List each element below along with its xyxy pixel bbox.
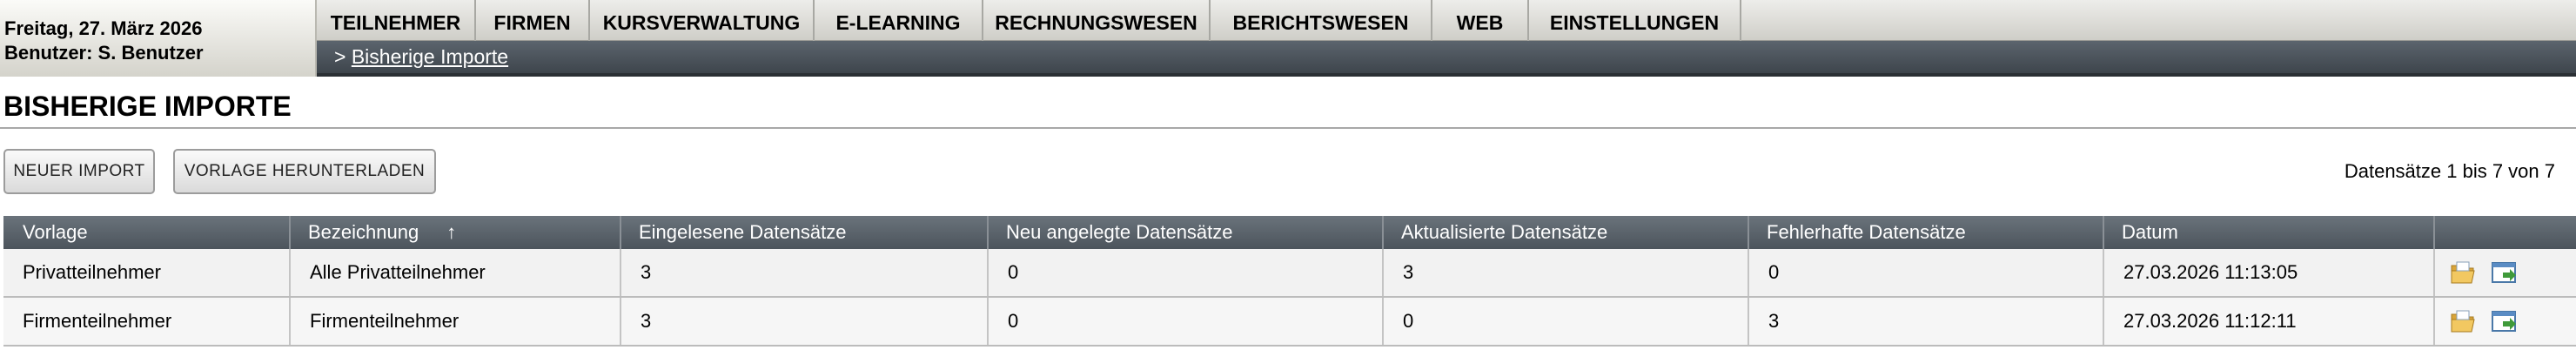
column-header-bezeichnung[interactable]: Bezeichnung ↑ — [291, 216, 621, 249]
column-header-neu-label: Neu angelegte Datensätze — [1006, 221, 1233, 243]
page-title: BISHERIGE IMPORTE — [3, 91, 292, 122]
download-template-button[interactable]: VORLAGE HERUNTERLADEN — [173, 149, 436, 194]
cell-vorlage: Firmenteilnehmer — [3, 298, 291, 345]
cell-datum: 27.03.2026 11:13:05 — [2104, 249, 2435, 296]
main-nav: TEILNEHMER FIRMEN KURSVERWALTUNG E-LEARN… — [317, 0, 2576, 41]
title-divider — [0, 127, 2576, 129]
column-header-datum-label: Datum — [2122, 221, 2178, 243]
breadcrumb-separator: > — [334, 45, 346, 68]
column-header-vorlage[interactable]: Vorlage — [3, 216, 291, 249]
current-date: Freitag, 27. März 2026 — [4, 17, 203, 39]
nav-item-firmen[interactable]: FIRMEN — [476, 0, 590, 41]
nav-item-e-learning[interactable]: E-LEARNING — [815, 0, 983, 41]
table-header: Vorlage Bezeichnung ↑ Eingelesene Datensä… — [3, 216, 2576, 249]
breadcrumb: > Bisherige Importe — [317, 41, 2576, 77]
nav-item-kursverwaltung[interactable]: KURSVERWALTUNG — [590, 0, 815, 41]
nav-item-rechnungswesen[interactable]: RECHNUNGSWESEN — [983, 0, 1211, 41]
table-row: Privatteilnehmer Alle Privatteilnehmer 3… — [3, 249, 2576, 298]
cell-bezeichnung: Alle Privatteilnehmer — [291, 249, 621, 296]
cell-datum: 27.03.2026 11:12:11 — [2104, 298, 2435, 345]
app-header: Freitag, 27. März 2026 Benutzer: S. Benu… — [0, 0, 2576, 77]
nav-item-web[interactable]: WEB — [1432, 0, 1529, 41]
table-row: Firmenteilnehmer Firmenteilnehmer 3 0 0 … — [3, 298, 2576, 347]
new-import-button[interactable]: NEUER IMPORT — [3, 149, 155, 194]
cell-eingelesen: 3 — [621, 298, 989, 345]
folder-open-icon[interactable] — [2450, 260, 2478, 285]
imports-table: Vorlage Bezeichnung ↑ Eingelesene Datensä… — [3, 216, 2576, 347]
nav-item-einstellungen[interactable]: EINSTELLUNGEN — [1529, 0, 1741, 41]
cell-eingelesen: 3 — [621, 249, 989, 296]
cell-aktualisiert: 0 — [1384, 298, 1749, 345]
window-import-icon[interactable] — [2491, 309, 2519, 333]
cell-neu: 0 — [989, 249, 1384, 296]
cell-neu: 0 — [989, 298, 1384, 345]
cell-fehlerhaft: 3 — [1749, 298, 2104, 345]
breadcrumb-link-bisherige-importe[interactable]: Bisherige Importe — [352, 45, 508, 68]
column-header-aktualisiert-label: Aktualisierte Datensätze — [1401, 221, 1608, 243]
column-header-eingelesen-label: Eingelesene Datensätze — [639, 221, 847, 243]
session-info: Freitag, 27. März 2026 Benutzer: S. Benu… — [0, 0, 317, 77]
nav-item-teilnehmer[interactable]: TEILNEHMER — [317, 0, 476, 41]
nav-item-berichtswesen[interactable]: BERICHTSWESEN — [1211, 0, 1432, 41]
folder-open-icon[interactable] — [2450, 309, 2478, 333]
window-import-icon[interactable] — [2491, 260, 2519, 285]
column-header-actions — [2435, 216, 2576, 249]
cell-actions — [2435, 249, 2576, 296]
column-header-fehlerhaft-label: Fehlerhafte Datensätze — [1767, 221, 1966, 243]
column-header-fehlerhaft[interactable]: Fehlerhafte Datensätze — [1749, 216, 2104, 249]
sort-ascending-icon: ↑ — [446, 221, 457, 243]
cell-bezeichnung: Firmenteilnehmer — [291, 298, 621, 345]
column-header-bezeichnung-label: Bezeichnung — [308, 221, 419, 243]
cell-actions — [2435, 298, 2576, 345]
column-header-eingelesen[interactable]: Eingelesene Datensätze — [621, 216, 989, 249]
current-user: Benutzer: S. Benutzer — [4, 42, 204, 64]
column-header-vorlage-label: Vorlage — [23, 221, 88, 243]
column-header-neu[interactable]: Neu angelegte Datensätze — [989, 216, 1384, 249]
cell-aktualisiert: 3 — [1384, 249, 1749, 296]
cell-vorlage: Privatteilnehmer — [3, 249, 291, 296]
column-header-datum[interactable]: Datum — [2104, 216, 2435, 249]
record-count: Datensätze 1 bis 7 von 7 — [2344, 160, 2555, 182]
cell-fehlerhaft: 0 — [1749, 249, 2104, 296]
column-header-aktualisiert[interactable]: Aktualisierte Datensätze — [1384, 216, 1749, 249]
